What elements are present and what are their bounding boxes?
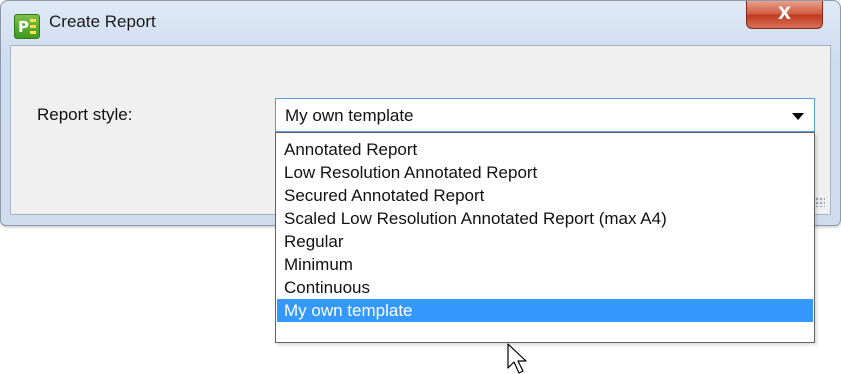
option-continuous[interactable]: Continuous — [277, 276, 813, 299]
report-style-value: My own template — [285, 106, 414, 125]
option-annotated-report[interactable]: Annotated Report — [277, 138, 813, 161]
option-my-own-template[interactable]: My own template — [277, 299, 813, 322]
option-low-resolution-annotated-report[interactable]: Low Resolution Annotated Report — [277, 161, 813, 184]
close-button[interactable]: X — [746, 1, 823, 29]
close-icon: X — [777, 4, 792, 24]
option-secured-annotated-report[interactable]: Secured Annotated Report — [277, 184, 813, 207]
report-style-select[interactable]: My own template — [275, 98, 815, 132]
mouse-cursor-icon — [507, 343, 527, 374]
report-style-label: Report style: — [37, 105, 133, 124]
app-icon: P — [14, 14, 40, 39]
option-scaled-low-resolution-annotated-report[interactable]: Scaled Low Resolution Annotated Report (… — [277, 207, 813, 230]
report-style-dropdown-list: Annotated Report Low Resolution Annotate… — [275, 132, 815, 343]
resize-grip-icon[interactable] — [815, 197, 825, 207]
dropdown-arrow-icon[interactable] — [792, 113, 804, 120]
window-title: Create Report — [49, 12, 156, 31]
title-bar[interactable]: P Create Report — [1, 1, 840, 45]
option-regular[interactable]: Regular — [277, 230, 813, 253]
option-minimum[interactable]: Minimum — [277, 253, 813, 276]
